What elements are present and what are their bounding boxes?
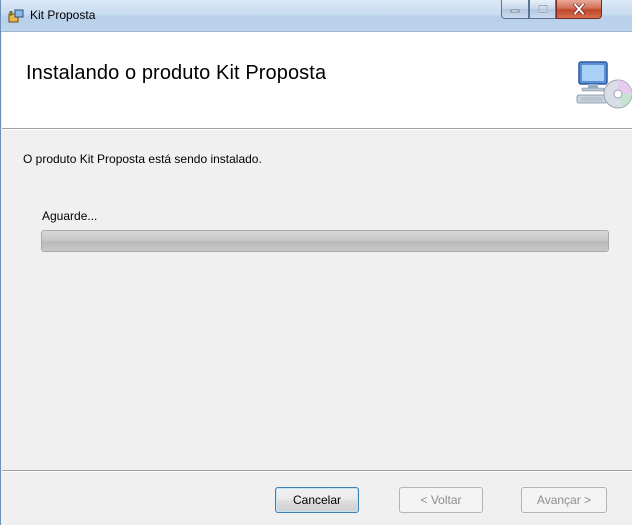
minimize-icon [510, 9, 520, 13]
progress-bar [41, 230, 609, 252]
minimize-button[interactable] [501, 0, 529, 19]
cancel-button[interactable]: Cancelar [275, 487, 359, 513]
maximize-button[interactable] [529, 0, 556, 19]
back-button[interactable]: < Voltar [399, 487, 483, 513]
next-button[interactable]: Avançar > [521, 487, 607, 513]
progress-fill [42, 231, 608, 251]
header-banner: Instalando o produto Kit Proposta [2, 32, 632, 129]
title-bar[interactable]: Kit Proposta [1, 0, 632, 32]
close-icon [573, 3, 585, 15]
maximize-icon [537, 4, 548, 14]
wait-label: Aguarde... [42, 209, 98, 223]
computer-cd-icon [576, 59, 632, 117]
banner-divider [2, 129, 632, 130]
window-title: Kit Proposta [30, 8, 96, 22]
footer-divider-highlight [2, 471, 632, 472]
installer-app-icon [8, 8, 25, 24]
close-button[interactable] [556, 0, 602, 19]
status-text: O produto Kit Proposta está sendo instal… [23, 152, 262, 166]
installer-window: Kit Proposta Instalando o produto Kit Pr… [0, 0, 632, 525]
page-title: Instalando o produto Kit Proposta [26, 62, 327, 84]
